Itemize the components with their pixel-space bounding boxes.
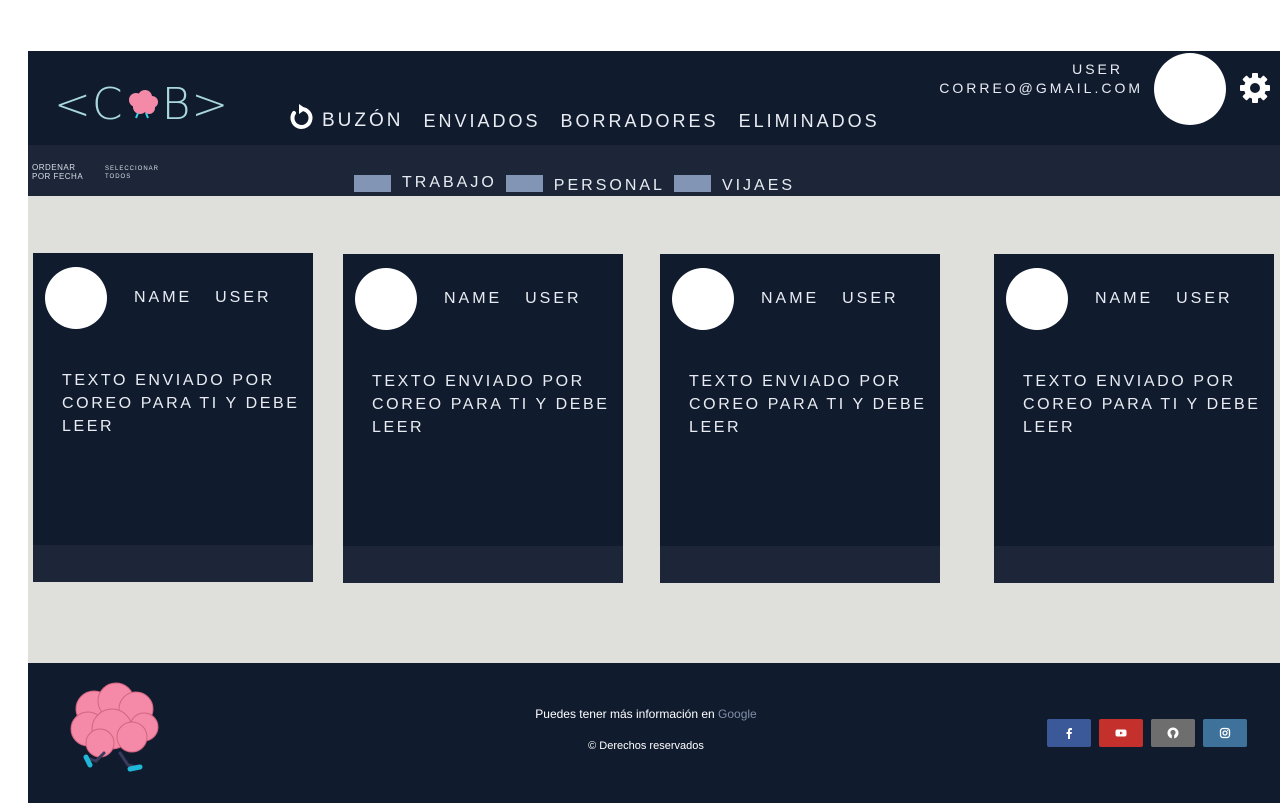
user-avatar[interactable] — [1154, 53, 1226, 125]
facebook-button[interactable] — [1047, 719, 1091, 747]
card-footer — [343, 546, 623, 583]
user-email: CORREO@GMAIL.COM — [939, 80, 1143, 96]
sort-label-line1: ORDENAR — [32, 163, 76, 172]
sender-avatar — [355, 268, 417, 330]
logo-right: B> — [161, 78, 230, 130]
sender-name: NAME USER — [761, 290, 899, 307]
sort-by-date-button[interactable]: ORDENAR POR FECHA — [32, 163, 83, 181]
select-label-line1: SELECCIONAR — [105, 166, 160, 172]
brain-logo-icon — [128, 90, 158, 119]
label-swatch-personal[interactable] — [505, 174, 543, 192]
instagram-button[interactable] — [1203, 719, 1247, 747]
nav-sent[interactable]: ENVIADOS — [424, 109, 541, 133]
mail-preview: TEXTO ENVIADO POR COREO PARA TI Y DEBE L… — [1023, 373, 1261, 436]
sender-name: NAME USER — [444, 290, 582, 307]
refresh-icon[interactable] — [286, 103, 316, 133]
card-footer — [660, 546, 940, 583]
user-info: USER CORREO@GMAIL.COM — [939, 60, 1143, 98]
sender-avatar — [672, 268, 734, 330]
card-footer — [33, 545, 313, 582]
mail-card[interactable]: NAME USER TEXTO ENVIADO POR COREO PARA T… — [33, 253, 313, 582]
user-name: USER — [1072, 61, 1123, 77]
youtube-button[interactable] — [1099, 719, 1143, 747]
sender-avatar — [45, 267, 107, 329]
mail-card[interactable]: NAME USER TEXTO ENVIADO POR COREO PARA T… — [994, 254, 1274, 583]
sender-avatar — [1006, 268, 1068, 330]
label-swatch-travel[interactable] — [673, 174, 711, 192]
sort-label-line2: POR FECHA — [32, 172, 84, 181]
github-icon — [1167, 727, 1179, 739]
nav-deleted[interactable]: ELIMINADOS — [739, 109, 880, 133]
instagram-icon — [1219, 727, 1231, 739]
label-travel[interactable]: VIJAES — [722, 176, 795, 196]
sender-name: NAME USER — [134, 289, 272, 306]
mail-card[interactable]: NAME USER TEXTO ENVIADO POR COREO PARA T… — [660, 254, 940, 583]
brain-mascot-icon — [70, 682, 159, 772]
mail-card[interactable]: NAME USER TEXTO ENVIADO POR COREO PARA T… — [343, 254, 623, 583]
select-label-line2: TODOS — [105, 174, 132, 180]
main-nav: BUZÓN ENVIADOS BORRADORES ELIMINADOS — [286, 103, 900, 133]
select-all-button[interactable]: SELECCIONAR TODOS — [105, 165, 159, 181]
footer-info-text: Puedes tener más información en — [535, 707, 719, 721]
mail-app: <C B> BUZÓN ENVIADOS BORRADORES ELIMINAD… — [28, 51, 1280, 803]
nav-drafts[interactable]: BORRADORES — [561, 109, 719, 133]
github-button[interactable] — [1151, 719, 1195, 747]
mail-preview: TEXTO ENVIADO POR COREO PARA TI Y DEBE L… — [689, 373, 927, 436]
gear-icon[interactable] — [1239, 72, 1271, 104]
label-swatch-work[interactable] — [354, 174, 391, 192]
google-link[interactable]: Google — [718, 707, 757, 721]
label-work[interactable]: TRABAJO — [402, 173, 497, 193]
logo-left: <C — [54, 78, 124, 130]
footer: Puedes tener más información en Google ©… — [28, 663, 1280, 803]
toolbar: ORDENAR POR FECHA SELECCIONAR TODOS TRAB… — [28, 145, 1280, 196]
facebook-icon — [1066, 728, 1072, 739]
logo[interactable]: <C B> — [54, 78, 230, 130]
mail-preview: TEXTO ENVIADO POR COREO PARA TI Y DEBE L… — [62, 372, 300, 435]
label-filters: TRABAJO PERSONAL VIJAES — [354, 173, 804, 196]
youtube-icon — [1115, 729, 1127, 737]
label-personal[interactable]: PERSONAL — [554, 176, 665, 196]
sender-name: NAME USER — [1095, 290, 1233, 307]
card-footer — [994, 546, 1274, 583]
mail-preview: TEXTO ENVIADO POR COREO PARA TI Y DEBE L… — [372, 373, 610, 436]
header: <C B> BUZÓN ENVIADOS BORRADORES ELIMINAD… — [28, 51, 1280, 145]
nav-inbox[interactable]: BUZÓN — [322, 109, 404, 133]
